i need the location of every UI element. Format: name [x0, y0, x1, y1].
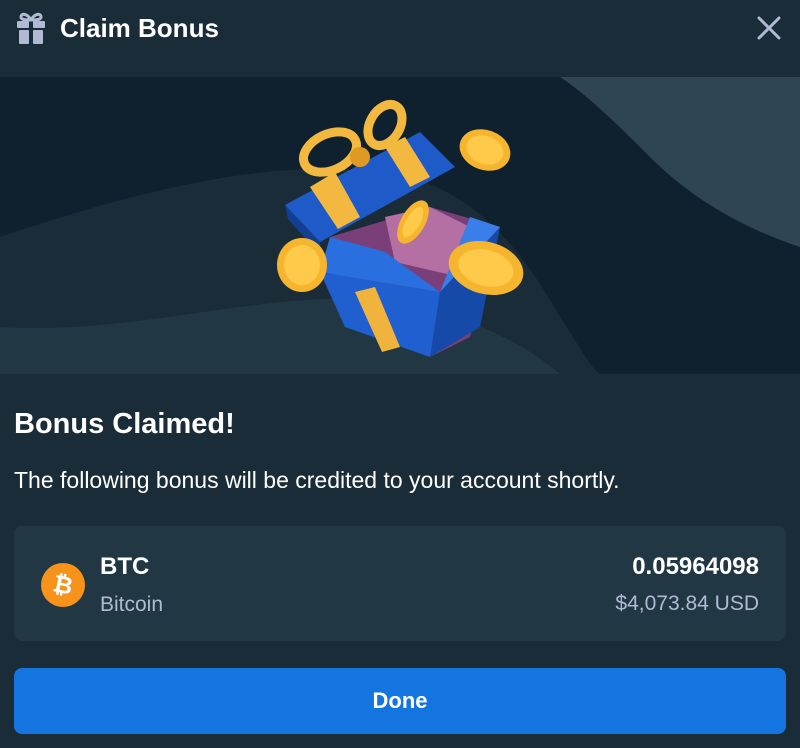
currency-code: BTC — [100, 553, 150, 580]
bitcoin-icon: ₿ — [41, 563, 85, 607]
bonus-claimed-heading: Bonus Claimed! — [14, 408, 235, 440]
bonus-banner — [0, 77, 800, 374]
bonus-claimed-description: The following bonus will be credited to … — [14, 467, 620, 493]
modal-header: Claim Bonus — [0, 0, 800, 58]
bonus-amount-usd: $4,073.84 USD — [615, 592, 759, 615]
currency-name: Bitcoin — [100, 593, 164, 616]
gift-box-illustration — [0, 77, 800, 374]
done-button[interactable]: Done — [14, 668, 786, 734]
gift-icon — [15, 11, 47, 45]
bonus-amount: 0.05964098 — [632, 553, 759, 580]
modal-title: Claim Bonus — [60, 13, 219, 43]
close-icon[interactable] — [752, 11, 786, 45]
bonus-card: ₿ BTC Bitcoin 0.05964098 $4,073.84 USD — [14, 526, 786, 641]
claim-bonus-modal: Claim Bonus Bonus Claimed! The following… — [0, 0, 800, 748]
